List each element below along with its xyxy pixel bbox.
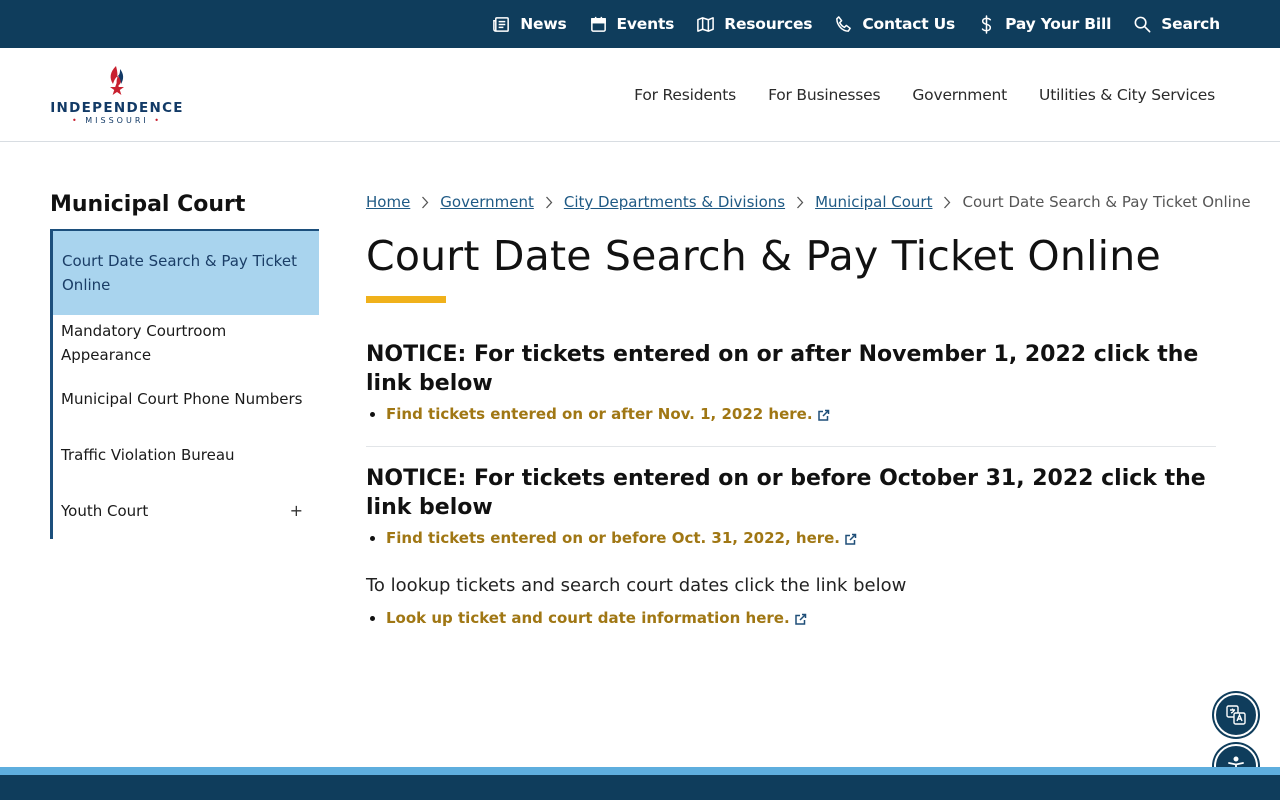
nav-government[interactable]: Government [912, 86, 1007, 104]
tickets-after-link[interactable]: Find tickets entered on or after Nov. 1,… [386, 405, 830, 423]
sidebar-title: Municipal Court [50, 192, 246, 217]
footer [0, 775, 1280, 800]
breadcrumb-current: Court Date Search & Pay Ticket Online [962, 193, 1251, 211]
sidebar-item-traffic-violation[interactable]: Traffic Violation Bureau [53, 427, 319, 483]
translate-button[interactable] [1214, 693, 1258, 737]
utility-events-link[interactable]: Events [589, 15, 675, 34]
notice-after-links: Find tickets entered on or after Nov. 1,… [366, 402, 1216, 426]
breadcrumb-government[interactable]: Government [440, 193, 534, 211]
dollar-icon [977, 14, 996, 34]
nav-for-residents[interactable]: For Residents [634, 86, 736, 104]
tickets-before-link-text: Find tickets entered on or before Oct. 3… [386, 529, 841, 547]
utility-bar: News Events Resources Contact Us Pay You… [0, 0, 1280, 48]
map-icon [696, 15, 715, 34]
utility-resources-label: Resources [724, 15, 813, 33]
expand-button[interactable]: + [290, 499, 303, 523]
translate-icon [1223, 702, 1249, 728]
breadcrumb-home[interactable]: Home [366, 193, 410, 211]
sidebar-nav: Court Date Search & Pay Ticket Online Ma… [50, 229, 319, 539]
main-nav: For Residents For Businesses Government … [634, 48, 1215, 141]
breadcrumb-city-departments[interactable]: City Departments & Divisions [564, 193, 785, 211]
calendar-icon [589, 15, 608, 34]
notice-heading-before: NOTICE: For tickets entered on or before… [366, 466, 1206, 520]
section-divider [366, 446, 1216, 447]
list-item: Find tickets entered on or after Nov. 1,… [386, 402, 1216, 426]
phone-icon [834, 15, 853, 34]
lookup-description: To lookup tickets and search court dates… [366, 575, 907, 596]
notice-heading-after: NOTICE: For tickets entered on or after … [366, 342, 1199, 396]
utility-search-label: Search [1161, 15, 1220, 33]
utility-resources-link[interactable]: Resources [696, 15, 813, 34]
utility-news-label: News [520, 15, 567, 33]
main-content: NOTICE: For tickets entered on or after … [366, 340, 1216, 630]
chevron-right-icon [545, 196, 553, 209]
sidebar-item-youth-court[interactable]: Youth Court + [53, 483, 319, 539]
logo-subtitle-text: MISSOURI [85, 116, 149, 125]
page-title: Court Date Search & Pay Ticket Online [366, 232, 1161, 280]
flame-star-icon [106, 65, 128, 97]
breadcrumb-municipal-court[interactable]: Municipal Court [815, 193, 932, 211]
utility-news-link[interactable]: News [492, 15, 567, 34]
notice-before-links: Find tickets entered on or before Oct. 3… [366, 526, 1216, 550]
main-header: INDEPENDENCE • MISSOURI • For Residents … [0, 48, 1280, 142]
utility-contact-label: Contact Us [862, 15, 956, 33]
lookup-links: Look up ticket and court date informatio… [366, 606, 1216, 630]
external-link-icon [817, 409, 830, 422]
newspaper-icon [492, 15, 511, 34]
tickets-after-link-text: Find tickets entered on or after Nov. 1,… [386, 405, 813, 423]
chevron-right-icon [943, 196, 951, 209]
nav-for-businesses[interactable]: For Businesses [768, 86, 881, 104]
logo-wordmark: INDEPENDENCE [50, 100, 184, 116]
chevron-right-icon [421, 196, 429, 209]
breadcrumb: Home Government City Departments & Divis… [366, 193, 1251, 211]
utility-events-label: Events [616, 15, 675, 33]
utility-pay-bill-label: Pay Your Bill [1005, 15, 1112, 33]
lookup-ticket-link-text: Look up ticket and court date informatio… [386, 609, 790, 627]
external-link-icon [794, 613, 807, 626]
title-accent-bar [366, 296, 446, 303]
list-item: Look up ticket and court date informatio… [386, 606, 1216, 630]
sidebar-item-mandatory-courtroom[interactable]: Mandatory Courtroom Appearance [53, 315, 319, 371]
sidebar-item-label: Youth Court [61, 502, 149, 520]
tickets-before-link[interactable]: Find tickets entered on or before Oct. 3… [386, 529, 857, 547]
sidebar-item-phone-numbers[interactable]: Municipal Court Phone Numbers [53, 371, 319, 427]
utility-pay-bill-link[interactable]: Pay Your Bill [977, 14, 1112, 34]
nav-utilities-city-services[interactable]: Utilities & City Services [1039, 86, 1215, 104]
site-logo[interactable]: INDEPENDENCE • MISSOURI • [50, 65, 184, 127]
search-icon [1133, 15, 1152, 34]
chevron-right-icon [796, 196, 804, 209]
sidebar-item-court-date-search[interactable]: Court Date Search & Pay Ticket Online [50, 229, 319, 315]
external-link-icon [844, 533, 857, 546]
utility-nav: News Events Resources Contact Us Pay You… [492, 0, 1220, 48]
logo-subtitle: • MISSOURI • [71, 116, 163, 125]
footer-accent-strip [0, 767, 1280, 775]
lookup-ticket-link[interactable]: Look up ticket and court date informatio… [386, 609, 807, 627]
list-item: Find tickets entered on or before Oct. 3… [386, 526, 1216, 550]
utility-search-link[interactable]: Search [1133, 15, 1220, 34]
utility-contact-link[interactable]: Contact Us [834, 15, 955, 34]
